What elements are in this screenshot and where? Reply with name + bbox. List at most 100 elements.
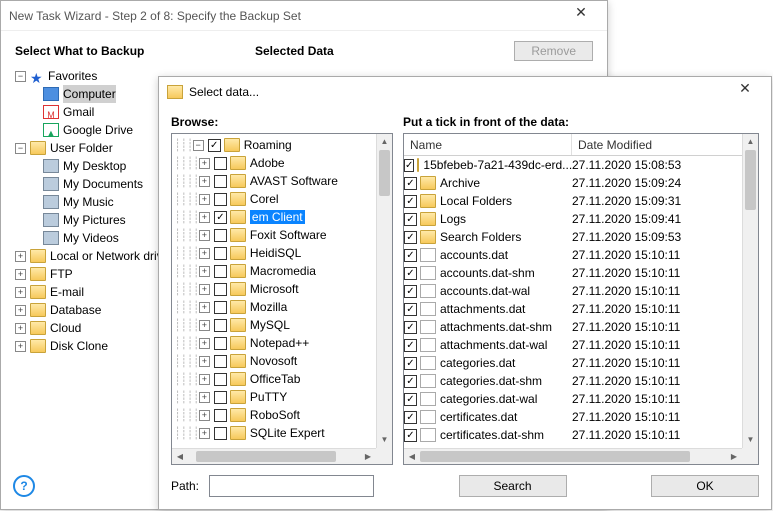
- file-row[interactable]: accounts.dat-shm27.11.2020 15:10:11: [404, 264, 742, 282]
- expand-icon[interactable]: +: [199, 392, 210, 403]
- checkbox[interactable]: [214, 247, 227, 260]
- tree-node-label[interactable]: Adobe: [250, 156, 285, 170]
- tree-database[interactable]: Database: [50, 301, 101, 319]
- tree-node-label[interactable]: Novosoft: [250, 354, 297, 368]
- tree-node-label[interactable]: AVAST Software: [250, 174, 338, 188]
- checkbox[interactable]: [214, 409, 227, 422]
- checkbox[interactable]: [404, 177, 417, 190]
- scroll-up-icon[interactable]: ▲: [377, 134, 392, 150]
- file-row[interactable]: categories.dat27.11.2020 15:10:11: [404, 354, 742, 372]
- file-row[interactable]: categories.dat-wal27.11.2020 15:10:11: [404, 390, 742, 408]
- checkbox[interactable]: [214, 211, 227, 224]
- tree-node[interactable]: ┊┊┊┊+AVAST Software: [174, 172, 376, 190]
- checkbox[interactable]: [404, 195, 417, 208]
- tree-node[interactable]: ┊┊┊┊+PuTTY: [174, 388, 376, 406]
- tree-node-label[interactable]: Notepad++: [250, 336, 309, 350]
- expand-icon[interactable]: +: [199, 428, 210, 439]
- tree-node-label[interactable]: PuTTY: [250, 390, 287, 404]
- file-row[interactable]: attachments.dat-shm27.11.2020 15:10:11: [404, 318, 742, 336]
- scroll-down-icon[interactable]: ▼: [377, 432, 392, 448]
- file-row[interactable]: certificates.dat-shm27.11.2020 15:10:11: [404, 426, 742, 444]
- checkbox[interactable]: [404, 285, 417, 298]
- scroll-up-icon[interactable]: ▲: [743, 134, 758, 150]
- expand-icon[interactable]: +: [15, 341, 26, 352]
- tree-favorites[interactable]: Favorites: [48, 67, 97, 85]
- expand-icon[interactable]: +: [15, 269, 26, 280]
- checkbox[interactable]: [404, 321, 417, 334]
- tree-desktop[interactable]: My Desktop: [63, 157, 126, 175]
- tree-node-label[interactable]: Microsoft: [250, 282, 299, 296]
- collapse-icon[interactable]: −: [15, 71, 26, 82]
- collapse-icon[interactable]: −: [193, 140, 204, 151]
- tree-videos[interactable]: My Videos: [63, 229, 119, 247]
- checkbox[interactable]: [214, 427, 227, 440]
- expand-icon[interactable]: +: [199, 284, 210, 295]
- scrollbar-vertical[interactable]: ▲▼: [376, 134, 392, 448]
- tree-ftp[interactable]: FTP: [50, 265, 73, 283]
- file-row[interactable]: Archive27.11.2020 15:09:24: [404, 174, 742, 192]
- path-input[interactable]: [209, 475, 374, 497]
- checkbox[interactable]: [214, 283, 227, 296]
- checkbox[interactable]: [214, 301, 227, 314]
- checkbox[interactable]: [214, 229, 227, 242]
- collapse-icon[interactable]: −: [15, 143, 26, 154]
- tree-node-label[interactable]: Mozilla: [250, 300, 287, 314]
- scroll-thumb[interactable]: [420, 451, 690, 462]
- checkbox[interactable]: [404, 357, 417, 370]
- checkbox[interactable]: [404, 249, 417, 262]
- file-row[interactable]: 15bfebeb-7a21-439dc-erd...27.11.2020 15:…: [404, 156, 742, 174]
- tree-node[interactable]: ┊┊┊┊+Novosoft: [174, 352, 376, 370]
- expand-icon[interactable]: +: [199, 338, 210, 349]
- checkbox[interactable]: [214, 193, 227, 206]
- checkbox[interactable]: [214, 355, 227, 368]
- tree-network[interactable]: Local or Network drive: [50, 247, 169, 265]
- tree-node-roaming[interactable]: Roaming: [244, 138, 292, 152]
- checkbox[interactable]: [404, 231, 417, 244]
- tree-userfolder[interactable]: User Folder: [50, 139, 113, 157]
- tree-node-label[interactable]: Corel: [250, 192, 279, 206]
- checkbox[interactable]: [404, 411, 417, 424]
- ok-button[interactable]: OK: [651, 475, 759, 497]
- expand-icon[interactable]: +: [199, 356, 210, 367]
- file-row[interactable]: attachments.dat27.11.2020 15:10:11: [404, 300, 742, 318]
- tree-node-label[interactable]: em Client: [250, 210, 305, 224]
- scroll-down-icon[interactable]: ▼: [743, 432, 758, 448]
- tree-music[interactable]: My Music: [63, 193, 114, 211]
- expand-icon[interactable]: +: [199, 410, 210, 421]
- expand-icon[interactable]: +: [15, 305, 26, 316]
- file-row[interactable]: attachments.dat-wal27.11.2020 15:10:11: [404, 336, 742, 354]
- tree-node[interactable]: ┊┊┊┊+Adobe: [174, 154, 376, 172]
- checkbox[interactable]: [404, 339, 417, 352]
- checkbox[interactable]: [404, 375, 417, 388]
- tree-email[interactable]: E-mail: [50, 283, 84, 301]
- tree-node[interactable]: ┊┊┊┊+Microsoft: [174, 280, 376, 298]
- tree-documents[interactable]: My Documents: [63, 175, 143, 193]
- close-icon[interactable]: ✕: [727, 78, 763, 106]
- tree-node[interactable]: ┊┊┊┊+Foxit Software: [174, 226, 376, 244]
- checkbox[interactable]: [214, 391, 227, 404]
- expand-icon[interactable]: +: [199, 176, 210, 187]
- tree-node[interactable]: ┊┊┊┊+Notepad++: [174, 334, 376, 352]
- scroll-thumb[interactable]: [745, 150, 756, 210]
- tree-diskclone[interactable]: Disk Clone: [50, 337, 108, 355]
- scroll-thumb[interactable]: [196, 451, 336, 462]
- column-date[interactable]: Date Modified: [572, 134, 758, 155]
- tree-pictures[interactable]: My Pictures: [63, 211, 126, 229]
- file-row[interactable]: Logs27.11.2020 15:09:41: [404, 210, 742, 228]
- scroll-thumb[interactable]: [379, 150, 390, 196]
- scrollbar-horizontal[interactable]: ◀▶: [404, 448, 742, 464]
- expand-icon[interactable]: +: [199, 158, 210, 169]
- expand-icon[interactable]: +: [199, 248, 210, 259]
- tree-node[interactable]: ┊┊┊┊+em Client: [174, 208, 376, 226]
- file-row[interactable]: Search Folders27.11.2020 15:09:53: [404, 228, 742, 246]
- checkbox[interactable]: [404, 159, 414, 172]
- checkbox[interactable]: [214, 175, 227, 188]
- checkbox[interactable]: [404, 393, 417, 406]
- checkbox[interactable]: [214, 157, 227, 170]
- file-row[interactable]: categories.dat-shm27.11.2020 15:10:11: [404, 372, 742, 390]
- file-row[interactable]: certificates.dat27.11.2020 15:10:11: [404, 408, 742, 426]
- checkbox[interactable]: [404, 267, 417, 280]
- scroll-right-icon[interactable]: ▶: [726, 449, 742, 464]
- scrollbar-vertical[interactable]: ▲▼: [742, 134, 758, 448]
- close-icon[interactable]: ✕: [563, 2, 599, 30]
